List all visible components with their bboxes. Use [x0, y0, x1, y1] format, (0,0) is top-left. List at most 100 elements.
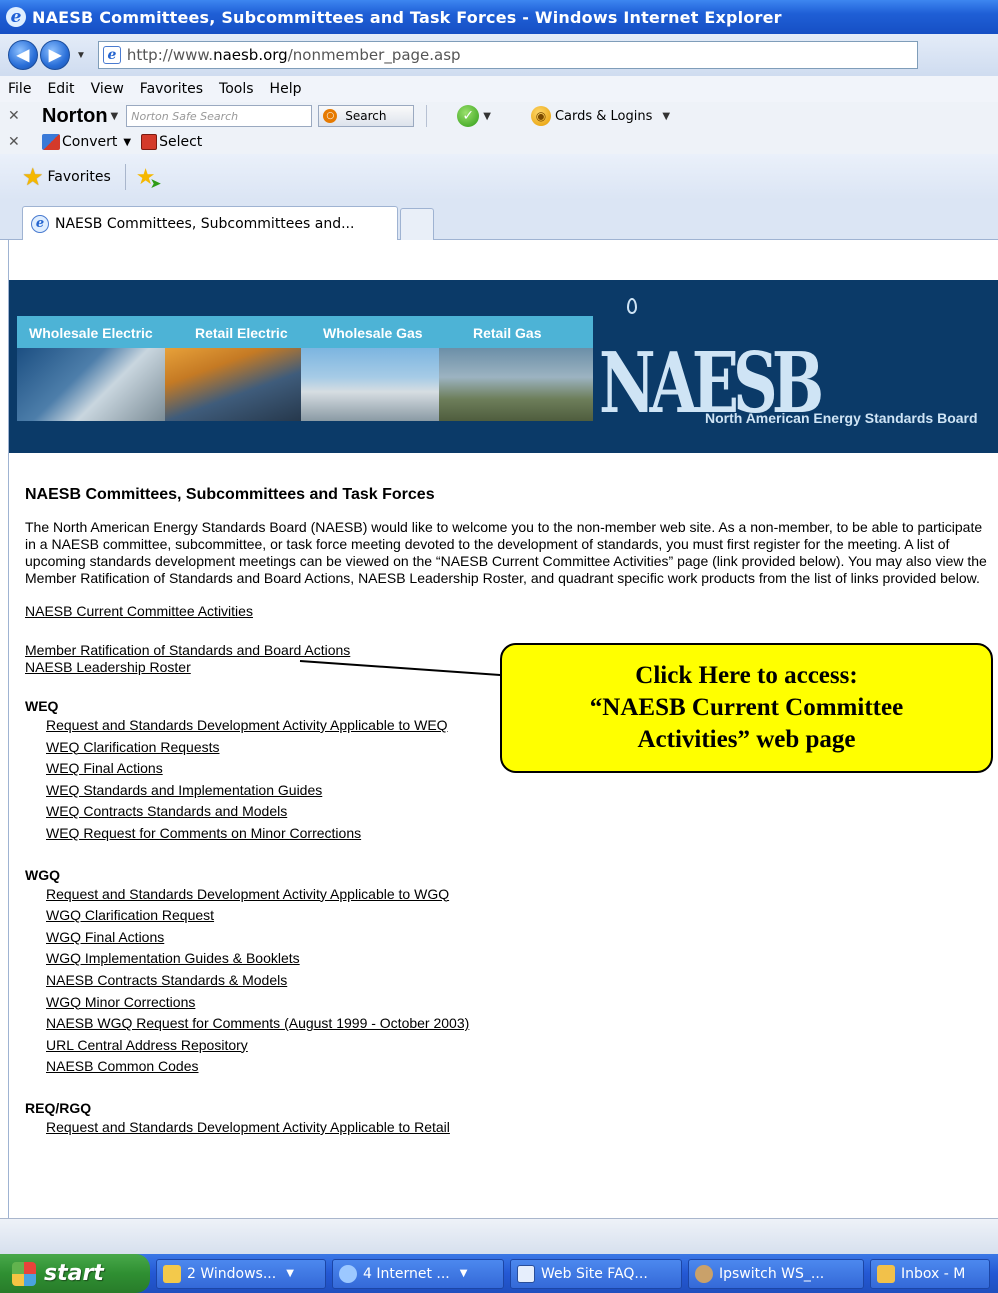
- taskbar-item-ipswitch[interactable]: Ipswitch WS_...: [688, 1258, 864, 1289]
- url-path: /nonmember_page.asp: [287, 46, 461, 64]
- norton-dropdown-icon[interactable]: ▼: [111, 111, 119, 122]
- menu-view[interactable]: View: [91, 81, 124, 97]
- retail-gas-photo[interactable]: [439, 348, 593, 421]
- favorites-star-icon[interactable]: ★: [22, 165, 44, 189]
- wgq-link[interactable]: NAESB Contracts Standards & Models: [46, 970, 995, 992]
- taskbar-item-windows[interactable]: 2 Windows... ▼: [156, 1258, 326, 1289]
- history-dropdown-icon[interactable]: ▼: [76, 50, 86, 61]
- tab-ie-icon: e: [31, 214, 49, 233]
- segment-retail-electric[interactable]: Retail Electric: [195, 325, 288, 341]
- select-pdf-icon[interactable]: [141, 134, 158, 150]
- norton-search-label: Search: [345, 109, 387, 123]
- wgq-link[interactable]: WGQ Final Actions: [46, 927, 995, 949]
- wgq-link[interactable]: Request and Standards Development Activi…: [46, 884, 995, 906]
- convert-dropdown-icon[interactable]: ▼: [123, 137, 131, 148]
- norton-search-input[interactable]: Norton Safe Search: [126, 105, 313, 127]
- link-home[interactable]: Home: [956, 454, 995, 470]
- tab-naesb-committees[interactable]: e NAESB Committees, Subcommittees and...: [22, 206, 398, 240]
- safe-check-dropdown-icon[interactable]: ▼: [483, 111, 491, 122]
- menu-help[interactable]: Help: [270, 81, 302, 97]
- taskbar-item-internet[interactable]: 4 Internet ... ▼: [332, 1258, 504, 1289]
- wholesale-gas-photo[interactable]: [301, 348, 439, 421]
- norton-logo[interactable]: Norton: [42, 105, 108, 128]
- wgq-link[interactable]: NAESB Common Codes: [46, 1056, 995, 1078]
- segment-wholesale-gas[interactable]: Wholesale Gas: [323, 325, 423, 341]
- taskbar-item-label: 4 Internet ...: [363, 1265, 450, 1282]
- link-press-release[interactable]: Press Release: [849, 454, 944, 470]
- cards-logins-button[interactable]: ◉ Cards & Logins ▼: [530, 106, 670, 126]
- link-separator: |: [744, 454, 757, 470]
- mail-icon: [877, 1264, 895, 1283]
- section-title-req-rgq: REQ/RGQ: [25, 1099, 92, 1116]
- callout-line-2: “NAESB Current Committee: [589, 694, 904, 721]
- link-separator: |: [944, 454, 957, 470]
- taskbar-item-label: 2 Windows...: [187, 1265, 277, 1282]
- weq-link[interactable]: WEQ Contracts Standards and Models: [46, 801, 995, 823]
- req-rgq-link-list: Request and Standards Development Activi…: [25, 1117, 995, 1139]
- norton-search-button[interactable]: ○ Search: [318, 105, 415, 127]
- windows-taskbar: start 2 Windows... ▼ 4 Internet ... ▼ We…: [0, 1254, 998, 1293]
- close-toolbar-icon[interactable]: ✕: [8, 134, 28, 150]
- convert-pdf-icon[interactable]: [42, 134, 60, 150]
- forward-arrow-icon[interactable]: ▶: [40, 40, 70, 70]
- favorites-bar: ★ Favorites ★ ➤: [0, 154, 998, 200]
- back-arrow-icon[interactable]: ◀: [8, 40, 38, 70]
- address-bar[interactable]: e http://www. naesb.org/nonmember_page.as…: [97, 41, 918, 69]
- taskbar-item-label: Ipswitch WS_...: [719, 1265, 825, 1282]
- convert-button[interactable]: Convert: [62, 134, 117, 150]
- wholesale-electric-photo[interactable]: [17, 348, 165, 421]
- windows-flag-icon: [12, 1261, 36, 1286]
- select-button[interactable]: Select: [159, 134, 202, 150]
- start-button[interactable]: start: [0, 1254, 150, 1293]
- taskbar-item-label: Web Site FAQ...: [541, 1265, 648, 1282]
- segment-wholesale-electric[interactable]: Wholesale Electric: [29, 325, 153, 341]
- favorites-separator: [124, 164, 126, 190]
- weq-link[interactable]: WEQ Request for Comments on Minor Correc…: [46, 823, 995, 845]
- req-rgq-link[interactable]: Request and Standards Development Activi…: [46, 1117, 995, 1139]
- menu-favorites[interactable]: Favorites: [140, 81, 203, 97]
- menu-tools[interactable]: Tools: [219, 81, 254, 97]
- internet-explorer-icon: [339, 1264, 357, 1283]
- retail-electric-photo[interactable]: [165, 348, 301, 421]
- org-name: North American Energy Standards Board: [705, 410, 978, 426]
- page-content: NAESB Committees, Subcommittees and Task…: [25, 486, 995, 1139]
- wgq-link[interactable]: URL Central Address Repository: [46, 1035, 995, 1057]
- norton-search-icon: ○: [323, 109, 338, 123]
- window-title-bar[interactable]: e NAESB Committees, Subcommittees and Ta…: [0, 0, 998, 34]
- navigation-bar: ◀ ▶ ▼ e http://www. naesb.org/nonmember_p…: [0, 34, 998, 76]
- tab-row: e NAESB Committees, Subcommittees and...: [0, 200, 998, 240]
- segment-retail-gas[interactable]: Retail Gas: [473, 325, 541, 341]
- close-toolbar-icon[interactable]: ✕: [8, 108, 28, 124]
- taskbar-item-inbox[interactable]: Inbox - M: [870, 1258, 990, 1289]
- wgq-link[interactable]: NAESB WGQ Request for Comments (August 1…: [46, 1013, 995, 1035]
- new-tab-button[interactable]: [400, 208, 434, 240]
- wgq-link[interactable]: WGQ Clarification Request: [46, 905, 995, 927]
- weq-link[interactable]: WEQ Standards and Implementation Guides: [46, 780, 995, 802]
- menu-file[interactable]: File: [8, 81, 31, 97]
- callout-line-1: Click Here to access:: [635, 662, 858, 689]
- callout-line-3: Activities” web page: [637, 726, 856, 753]
- add-to-favorites-icon[interactable]: ★ ➤: [136, 165, 162, 192]
- chevron-down-icon: ▼: [286, 1268, 294, 1279]
- window-title: NAESB Committees, Subcommittees and Task…: [32, 7, 782, 27]
- safe-check-icon[interactable]: ✓: [457, 105, 480, 127]
- word-document-icon: [517, 1264, 535, 1283]
- cards-logins-label: Cards & Logins: [554, 108, 653, 124]
- link-separator: |: [837, 454, 850, 470]
- menu-bar: File Edit View Favorites Tools Help: [0, 76, 998, 102]
- flame-drop-icon: [627, 298, 637, 314]
- link-whats-hot[interactable]: What's Hot?: [757, 454, 838, 470]
- naesb-banner: Wholesale Electric Retail Electric Whole…: [9, 280, 998, 470]
- favorites-button[interactable]: Favorites: [48, 169, 111, 185]
- top-links: Search | What's Hot? | Press Release | H…: [698, 454, 995, 470]
- ftp-client-icon: [695, 1264, 713, 1283]
- page-title: NAESB Committees, Subcommittees and Task…: [25, 486, 435, 503]
- taskbar-item-web-site-faq[interactable]: Web Site FAQ...: [510, 1258, 682, 1289]
- menu-edit[interactable]: Edit: [47, 81, 74, 97]
- norton-toolbar: ✕ Norton ▼ Norton Safe Search ○ Search ✓…: [0, 102, 998, 130]
- wgq-link[interactable]: WGQ Implementation Guides & Booklets: [46, 948, 995, 970]
- link-current-committee-activities[interactable]: NAESB Current Committee Activities: [25, 603, 995, 620]
- wgq-link[interactable]: WGQ Minor Corrections: [46, 992, 995, 1014]
- lock-icon: ◉: [530, 106, 551, 126]
- link-search[interactable]: Search: [698, 454, 745, 470]
